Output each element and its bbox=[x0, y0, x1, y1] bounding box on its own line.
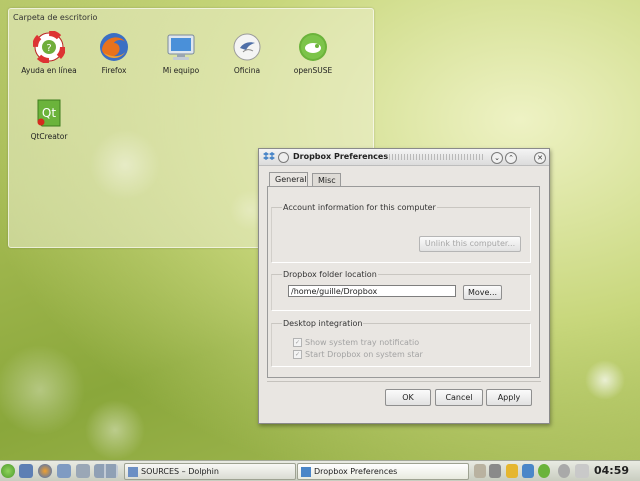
checkbox-checked-icon: ✓ bbox=[293, 338, 302, 347]
opensuse-icon bbox=[297, 31, 329, 63]
folder-location-title: Dropbox folder location bbox=[282, 270, 378, 279]
account-group: Account information for this computer Un… bbox=[271, 203, 531, 263]
tab-misc[interactable]: Misc bbox=[312, 173, 341, 186]
help-lifebuoy-icon: ? bbox=[32, 30, 66, 64]
desktop-icon-qtcreator[interactable]: Qt QtCreator bbox=[21, 97, 77, 141]
task-dropbox-preferences[interactable]: Dropbox Preferences bbox=[297, 463, 469, 480]
cancel-button[interactable]: Cancel bbox=[435, 389, 483, 406]
tray-notification-checkbox[interactable]: ✓ Show system tray notificatio bbox=[293, 338, 419, 347]
minimize-icon[interactable]: ⌄ bbox=[491, 152, 503, 164]
dropbox-preferences-dialog: Dropbox Preferences ⌄ ⌃ ✕ General Misc A… bbox=[258, 148, 550, 424]
file-manager-icon[interactable] bbox=[57, 464, 71, 478]
desktop-icon-label: openSUSE bbox=[293, 66, 333, 75]
desktop-integration-title: Desktop integration bbox=[282, 319, 364, 328]
desktop-icon-firefox[interactable]: Firefox bbox=[86, 31, 142, 75]
dropbox-tray-icon[interactable] bbox=[522, 464, 534, 478]
pager-icon[interactable] bbox=[94, 464, 118, 478]
dolphin-icon bbox=[128, 466, 138, 477]
updater-icon[interactable] bbox=[538, 464, 550, 478]
folder-view-title: Carpeta de escritorio bbox=[13, 13, 98, 22]
firefox-launcher-icon[interactable] bbox=[38, 464, 52, 478]
titlebar-grip bbox=[389, 154, 485, 160]
taskbar: SOURCES – Dolphin Dropbox Preferences 04… bbox=[0, 460, 640, 481]
sticky-pin-icon[interactable] bbox=[278, 152, 289, 163]
unlink-computer-button[interactable]: Unlink this computer... bbox=[419, 236, 521, 252]
ok-button[interactable]: OK bbox=[385, 389, 431, 406]
folder-location-group: Dropbox folder location /home/guille/Dro… bbox=[271, 270, 531, 311]
maximize-icon[interactable]: ⌃ bbox=[505, 152, 517, 164]
dropbox-icon[interactable] bbox=[263, 151, 275, 165]
desktop-icon-my-computer[interactable]: Mi equipo bbox=[153, 31, 209, 75]
desktop-icon-opensuse[interactable]: openSUSE bbox=[285, 31, 341, 75]
qtcreator-icon: Qt bbox=[33, 97, 65, 129]
dropbox-task-icon bbox=[301, 466, 311, 477]
start-on-startup-checkbox[interactable]: ✓ Start Dropbox on system star bbox=[293, 350, 423, 359]
show-desktop-icon[interactable] bbox=[19, 464, 33, 478]
dialog-title: Dropbox Preferences bbox=[293, 152, 389, 161]
svg-text:Qt: Qt bbox=[42, 106, 56, 120]
move-button[interactable]: Move... bbox=[463, 285, 502, 300]
clipboard-icon[interactable] bbox=[474, 464, 486, 478]
start-on-startup-label: Start Dropbox on system star bbox=[305, 350, 423, 359]
close-icon[interactable]: ✕ bbox=[534, 152, 546, 164]
tray-notification-label: Show system tray notificatio bbox=[305, 338, 420, 347]
terminal-icon[interactable] bbox=[76, 464, 90, 478]
device-notifier-icon[interactable] bbox=[558, 464, 570, 478]
task-label: Dropbox Preferences bbox=[314, 467, 398, 476]
button-separator bbox=[267, 381, 541, 382]
desktop-icon-label: Ayuda en línea bbox=[21, 66, 77, 75]
account-group-title: Account information for this computer bbox=[282, 203, 437, 212]
task-dolphin[interactable]: SOURCES – Dolphin bbox=[124, 463, 296, 480]
desktop-icon-label: Oficina bbox=[233, 66, 261, 75]
desktop-icon-office[interactable]: Oficina bbox=[219, 31, 275, 75]
desktop-icon-help[interactable]: ? Ayuda en línea bbox=[21, 30, 77, 75]
application-launcher-icon[interactable] bbox=[1, 464, 15, 478]
task-label: SOURCES – Dolphin bbox=[141, 467, 219, 476]
desktop-integration-group: Desktop integration ✓ Show system tray no… bbox=[271, 319, 531, 367]
computer-icon bbox=[165, 31, 197, 63]
desktop-icon-label: QtCreator bbox=[30, 132, 68, 141]
folder-path-field[interactable]: /home/guille/Dropbox bbox=[288, 285, 456, 297]
desktop-icon-label: Mi equipo bbox=[162, 66, 200, 75]
taskbar-clock[interactable]: 04:59 bbox=[594, 463, 629, 479]
network-icon[interactable] bbox=[575, 464, 589, 478]
checkbox-checked-icon: ✓ bbox=[293, 350, 302, 359]
dialog-titlebar[interactable]: Dropbox Preferences ⌄ ⌃ ✕ bbox=[259, 149, 549, 166]
office-icon bbox=[231, 31, 263, 63]
warning-icon[interactable] bbox=[506, 464, 518, 478]
tab-general[interactable]: General bbox=[269, 172, 308, 186]
firefox-icon bbox=[98, 31, 130, 63]
volume-icon[interactable] bbox=[489, 464, 501, 478]
desktop-icon-label: Firefox bbox=[101, 66, 127, 75]
svg-text:?: ? bbox=[46, 43, 51, 54]
apply-button[interactable]: Apply bbox=[486, 389, 532, 406]
